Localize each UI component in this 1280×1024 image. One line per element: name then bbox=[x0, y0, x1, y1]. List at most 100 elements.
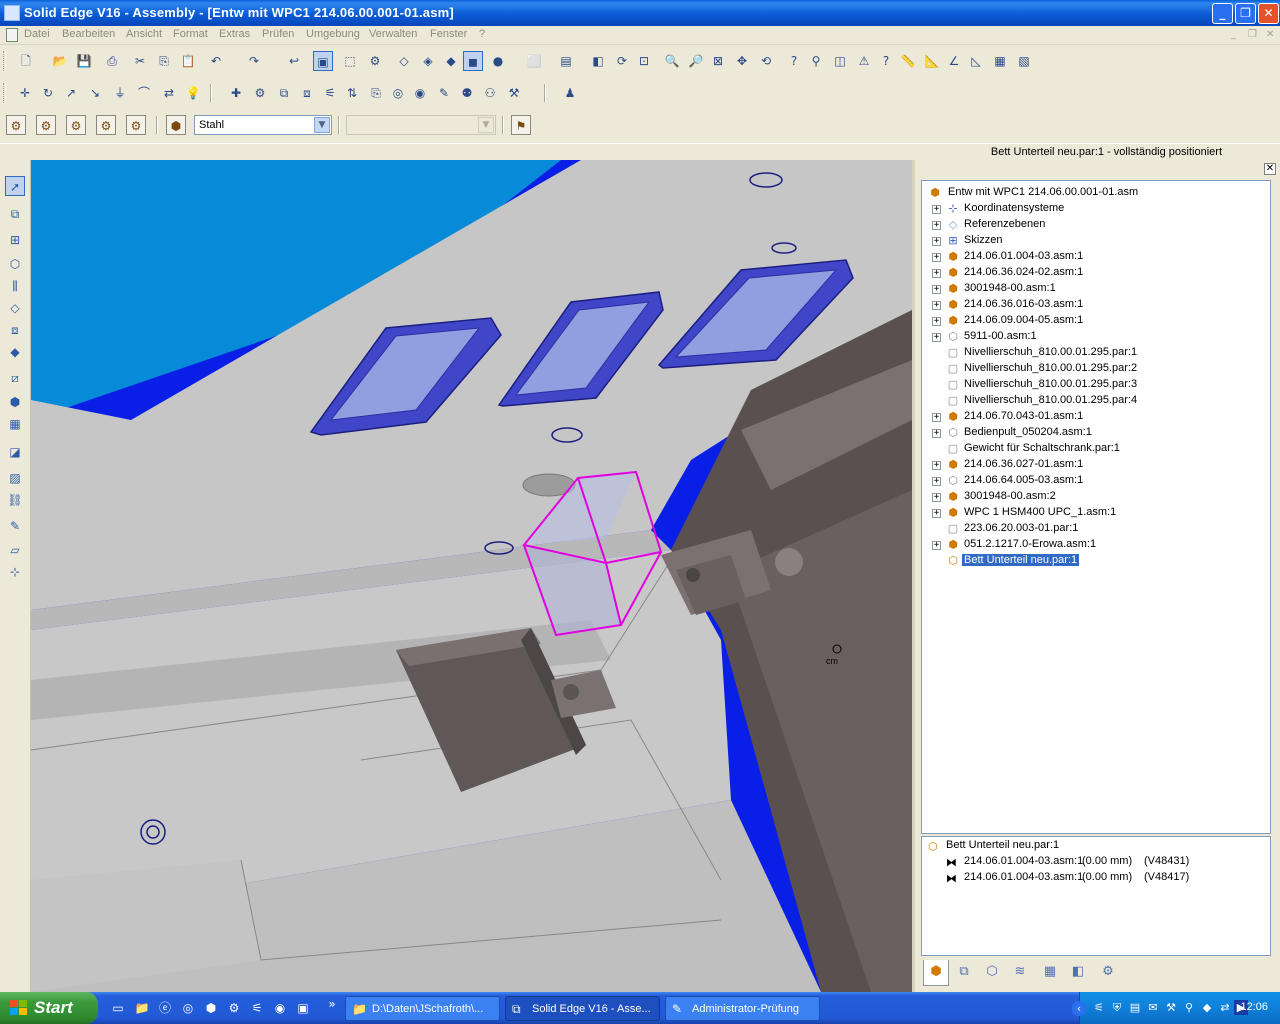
tree-item[interactable]: ▢ Nivellierschuh_810.00.01.295.par:1 bbox=[922, 345, 1270, 361]
group-icon[interactable]: ▦ bbox=[5, 414, 25, 434]
task-solid-edge[interactable]: ⧉ Solid Edge V16 - Asse... bbox=[505, 996, 660, 1021]
tray-network-icon[interactable]: ⚟ bbox=[1092, 1000, 1106, 1015]
maximize-button[interactable]: ❐ bbox=[1235, 3, 1256, 24]
feature-4-icon[interactable]: ⚙ bbox=[96, 115, 116, 135]
tree-item[interactable]: + ⬡ 5911-00.asm:1 bbox=[922, 329, 1270, 345]
flip-icon[interactable]: ⇅ bbox=[342, 83, 362, 103]
feature-1-icon[interactable]: ⚙ bbox=[6, 115, 26, 135]
print-icon[interactable]: ⎙ bbox=[102, 51, 122, 71]
expand-toggle-icon[interactable]: + bbox=[932, 253, 941, 262]
menu-bearbeiten[interactable]: Bearbeiten bbox=[62, 28, 115, 40]
spin-icon[interactable]: ⟲ bbox=[756, 51, 776, 71]
panel-close-button[interactable]: ✕ bbox=[1264, 163, 1276, 175]
tray-expand-icon[interactable]: ‹ bbox=[1072, 1001, 1086, 1016]
tree-item[interactable]: + ⊹ Koordinatensysteme bbox=[922, 201, 1270, 217]
point-icon[interactable]: ✛ bbox=[15, 83, 35, 103]
menu-umgebung[interactable]: Umgebung bbox=[306, 28, 360, 40]
expand-toggle-icon[interactable]: + bbox=[932, 237, 941, 246]
feature-5-icon[interactable]: ⚙ bbox=[126, 115, 146, 135]
minimize-button[interactable]: _ bbox=[1212, 3, 1233, 24]
tree-item[interactable]: + ⬢ 3001948-00.asm:2 bbox=[922, 489, 1270, 505]
sap-app-icon[interactable]: ▣ bbox=[295, 1000, 311, 1016]
title-bar[interactable]: Solid Edge V16 - Assembly - [Entw mit WP… bbox=[0, 0, 1280, 26]
measure-angle-icon[interactable]: ∠ bbox=[944, 51, 964, 71]
measure-area-icon[interactable]: ◺ bbox=[966, 51, 986, 71]
chevron-down-icon[interactable]: ▼ bbox=[478, 117, 494, 133]
expand-toggle-icon[interactable]: + bbox=[932, 221, 941, 230]
iso-view-icon[interactable]: ◇ bbox=[394, 51, 414, 71]
menu-format[interactable]: Format bbox=[173, 28, 208, 40]
expand-toggle-icon[interactable]: + bbox=[932, 333, 941, 342]
material-icon[interactable]: ⬢ bbox=[166, 115, 186, 135]
pattern-part-icon[interactable]: ◆ bbox=[5, 342, 25, 362]
rotate-part-icon[interactable]: ↻ bbox=[38, 83, 58, 103]
tree-item[interactable]: + ◇ Referenzebenen bbox=[922, 217, 1270, 233]
paste-icon[interactable]: 📋 bbox=[178, 51, 198, 71]
close-button[interactable]: ✕ bbox=[1258, 3, 1279, 24]
measure-length-icon[interactable]: 📏 bbox=[898, 51, 918, 71]
cube-app-icon[interactable]: ⬢ bbox=[203, 1000, 219, 1016]
tray-transfer-icon[interactable]: ⇄ bbox=[1218, 1000, 1232, 1015]
relationship-row[interactable]: ⧓ 214.06.01.004-03.asm:1 (0.00 mm) (V484… bbox=[946, 855, 1266, 871]
rotate-view-icon[interactable]: ⟳ bbox=[612, 51, 632, 71]
sphere-render-icon[interactable]: ● bbox=[488, 51, 508, 71]
wireframe-icon[interactable]: ⬜ bbox=[524, 51, 544, 71]
tray-tool-icon[interactable]: ⚒ bbox=[1164, 1000, 1178, 1015]
tool-app-icon[interactable]: ⚙ bbox=[226, 1000, 242, 1016]
connect-icon[interactable]: ⚟ bbox=[320, 83, 340, 103]
network-app-icon[interactable]: ⚟ bbox=[249, 1000, 265, 1016]
add-part-icon[interactable]: ✚ bbox=[226, 83, 246, 103]
start-button[interactable]: Start bbox=[0, 992, 98, 1024]
chevron-down-icon[interactable]: ▼ bbox=[314, 117, 330, 133]
hat-icon[interactable]: ⌒ bbox=[134, 83, 154, 103]
face-style-icon[interactable]: ⚑ bbox=[511, 115, 531, 135]
move-parts-icon[interactable]: ⬡ bbox=[5, 254, 25, 274]
ground-icon[interactable]: ⏚ bbox=[110, 83, 130, 103]
new-document-icon[interactable]: 🗋 bbox=[16, 51, 36, 71]
shaded-icon[interactable]: ◆ bbox=[441, 51, 461, 71]
redo-icon[interactable]: ↷ bbox=[244, 51, 264, 71]
measure-distance-icon[interactable]: ? bbox=[876, 51, 896, 71]
bom-icon[interactable]: ▨ bbox=[5, 468, 25, 488]
feature-3-icon[interactable]: ⚙ bbox=[66, 115, 86, 135]
expand-toggle-icon[interactable]: + bbox=[932, 269, 941, 278]
tray-search-icon[interactable]: ⚲ bbox=[1182, 1000, 1196, 1015]
open-folder-icon[interactable]: 📂 bbox=[50, 51, 70, 71]
coord-tool-icon[interactable]: ⊹ bbox=[5, 562, 25, 582]
tab-parts-library[interactable]: ⧉ bbox=[951, 960, 977, 986]
task-administrator[interactable]: ✎ Administrator-Prüfung bbox=[665, 996, 820, 1021]
tray-security-icon[interactable]: ⛨ bbox=[1110, 1000, 1124, 1015]
task-explorer-window[interactable]: 📁 D:\Daten\JSchafroth\... bbox=[345, 996, 500, 1021]
tab-sensors[interactable]: ▦ bbox=[1037, 960, 1063, 986]
variable-table-icon[interactable]: ▦ bbox=[990, 51, 1010, 71]
bulb-icon[interactable]: 💡 bbox=[183, 83, 203, 103]
parts-list-icon[interactable]: ▧ bbox=[1014, 51, 1034, 71]
move-part-icon[interactable]: ↗ bbox=[61, 83, 81, 103]
interference-icon[interactable]: ⚠ bbox=[854, 51, 874, 71]
expand-toggle-icon[interactable]: + bbox=[932, 285, 941, 294]
assembly-tools-icon[interactable]: ⚙ bbox=[365, 51, 385, 71]
plane-icon[interactable]: ◇ bbox=[5, 298, 25, 318]
secondary-combo[interactable]: ▼ bbox=[346, 115, 496, 135]
chain-icon[interactable]: ⛓ bbox=[5, 490, 25, 510]
internet-explorer-icon[interactable]: ⓔ bbox=[157, 1000, 173, 1016]
relationship-row[interactable]: ⧓ 214.06.01.004-03.asm:1 (0.00 mm) (V484… bbox=[946, 871, 1266, 887]
tree-item[interactable]: ▢ Nivellierschuh_810.00.01.295.par:4 bbox=[922, 393, 1270, 409]
fit-icon[interactable]: ⊡ bbox=[634, 51, 654, 71]
menu-extras[interactable]: Extras bbox=[219, 28, 250, 40]
front-view-icon[interactable]: ◈ bbox=[418, 51, 438, 71]
insert-icon[interactable]: ⧈ bbox=[297, 83, 317, 103]
tree-item[interactable]: + ⬢ 051.2.1217.0-Erowa.asm:1 bbox=[922, 537, 1270, 553]
expand-toggle-icon[interactable]: + bbox=[932, 301, 941, 310]
named-views-icon[interactable]: ▤ bbox=[556, 51, 576, 71]
tree-item[interactable]: ▢ Nivellierschuh_810.00.01.295.par:2 bbox=[922, 361, 1270, 377]
expand-toggle-icon[interactable]: + bbox=[932, 461, 941, 470]
show-all-icon[interactable]: ⚉ bbox=[457, 83, 477, 103]
expand-toggle-icon[interactable]: + bbox=[932, 413, 941, 422]
pan-icon[interactable]: ✥ bbox=[732, 51, 752, 71]
assemble-icon[interactable]: ⧉ bbox=[5, 204, 25, 224]
toolbar-grip[interactable] bbox=[3, 83, 6, 103]
replace-part-icon[interactable]: ⧈ bbox=[5, 320, 25, 340]
tree-item[interactable]: + ⬢ 214.06.01.004-03.asm:1 bbox=[922, 249, 1270, 265]
mate-icon[interactable]: ⚙ bbox=[250, 83, 270, 103]
